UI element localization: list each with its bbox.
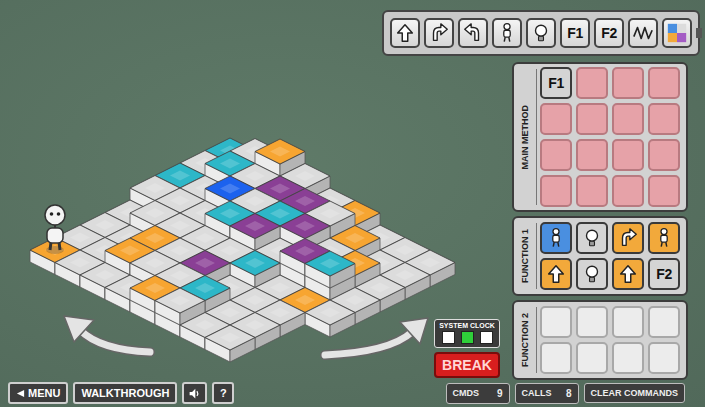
command-slot[interactable] bbox=[612, 258, 644, 290]
forward-icon bbox=[545, 263, 567, 285]
toolbar-tab bbox=[696, 28, 702, 38]
jump-icon bbox=[653, 227, 675, 249]
colors-icon bbox=[666, 22, 688, 44]
empty-slot[interactable] bbox=[576, 103, 608, 135]
command-button[interactable] bbox=[424, 18, 454, 48]
empty-slot[interactable] bbox=[648, 342, 680, 374]
forward-icon bbox=[617, 263, 639, 285]
panel-title: FUNCTION 1 bbox=[520, 229, 530, 283]
clear-commands-button[interactable]: CLEAR COMMANDS bbox=[584, 383, 686, 403]
empty-slot[interactable] bbox=[576, 342, 608, 374]
function-call-label: F1 bbox=[548, 76, 563, 90]
empty-slot[interactable] bbox=[612, 175, 644, 207]
command-slot[interactable] bbox=[576, 222, 608, 254]
rotate-right-button[interactable] bbox=[325, 318, 428, 355]
empty-slot[interactable] bbox=[648, 103, 680, 135]
zigzag-icon bbox=[632, 22, 654, 44]
command-slot[interactable] bbox=[576, 258, 608, 290]
clock-light bbox=[461, 331, 474, 344]
empty-slot[interactable] bbox=[540, 342, 572, 374]
command-button[interactable] bbox=[526, 18, 556, 48]
program-panel: FUNCTION 1 F2 bbox=[512, 216, 688, 296]
function-call-label: F2 bbox=[656, 267, 671, 281]
counter-value: 9 bbox=[497, 388, 503, 399]
empty-slot[interactable] bbox=[612, 67, 644, 99]
command-button[interactable] bbox=[492, 18, 522, 48]
empty-slot[interactable] bbox=[648, 67, 680, 99]
counter: CALLS 8 bbox=[515, 383, 579, 404]
command-button[interactable] bbox=[458, 18, 488, 48]
empty-slot[interactable] bbox=[612, 103, 644, 135]
sound-button[interactable] bbox=[182, 382, 207, 404]
clock-light bbox=[480, 331, 493, 344]
tile bbox=[305, 300, 355, 337]
game-screen: F1F2 SYSTEM CLOCK BREAK MAIN METHOD F1FU… bbox=[0, 0, 705, 407]
command-button[interactable] bbox=[390, 18, 420, 48]
empty-slot[interactable] bbox=[648, 175, 680, 207]
turn-left-icon bbox=[462, 22, 484, 44]
panel-title: FUNCTION 2 bbox=[520, 313, 530, 367]
command-slot[interactable] bbox=[540, 222, 572, 254]
empty-slot[interactable] bbox=[612, 306, 644, 338]
empty-slot[interactable] bbox=[576, 175, 608, 207]
command-toolbar: F1 F2 bbox=[382, 10, 700, 56]
command-button[interactable]: F1 bbox=[560, 18, 590, 48]
command-slot[interactable] bbox=[612, 222, 644, 254]
command-button[interactable]: F2 bbox=[594, 18, 624, 48]
menu-button[interactable]: MENU bbox=[8, 382, 68, 404]
empty-slot[interactable] bbox=[612, 139, 644, 171]
empty-slot[interactable] bbox=[540, 306, 572, 338]
system-clock-label: SYSTEM CLOCK bbox=[439, 322, 495, 329]
back-arrow-icon bbox=[16, 389, 25, 398]
help-button[interactable]: ? bbox=[212, 382, 234, 404]
forward-icon bbox=[394, 22, 416, 44]
counter-label: CALLS bbox=[522, 388, 552, 398]
function-call-label: F2 bbox=[601, 26, 616, 40]
turn-right-icon bbox=[428, 22, 450, 44]
command-button[interactable] bbox=[662, 18, 692, 48]
clock-light bbox=[442, 331, 455, 344]
empty-slot[interactable] bbox=[648, 139, 680, 171]
light-icon bbox=[530, 22, 552, 44]
walkthrough-button[interactable]: WALKTHROUGH bbox=[73, 382, 177, 404]
empty-slot[interactable] bbox=[540, 139, 572, 171]
command-slot[interactable]: F1 bbox=[540, 67, 572, 99]
break-button[interactable]: BREAK bbox=[434, 352, 500, 378]
counter-value: 8 bbox=[566, 388, 572, 399]
robot bbox=[45, 205, 65, 254]
system-clock: SYSTEM CLOCK bbox=[434, 319, 500, 348]
empty-slot[interactable] bbox=[540, 103, 572, 135]
speaker-icon bbox=[188, 387, 201, 400]
light-icon bbox=[581, 227, 603, 249]
empty-slot[interactable] bbox=[576, 306, 608, 338]
empty-slot[interactable] bbox=[648, 306, 680, 338]
empty-slot[interactable] bbox=[576, 67, 608, 99]
light-icon bbox=[581, 263, 603, 285]
command-slot[interactable] bbox=[648, 222, 680, 254]
jump-icon bbox=[496, 22, 518, 44]
empty-slot[interactable] bbox=[576, 139, 608, 171]
command-slot[interactable]: F2 bbox=[648, 258, 680, 290]
turn-right-icon bbox=[617, 227, 639, 249]
counter: CMDS 9 bbox=[446, 383, 510, 404]
rotate-left-button[interactable] bbox=[64, 316, 150, 352]
panel-title: MAIN METHOD bbox=[520, 105, 530, 170]
program-panel: MAIN METHOD F1 bbox=[512, 62, 688, 212]
counter-label: CMDS bbox=[453, 388, 480, 398]
program-panel: FUNCTION 2 bbox=[512, 300, 688, 380]
empty-slot[interactable] bbox=[540, 175, 572, 207]
command-slot[interactable] bbox=[540, 258, 572, 290]
tile bbox=[205, 325, 255, 362]
command-button[interactable] bbox=[628, 18, 658, 48]
jump-icon bbox=[545, 227, 567, 249]
empty-slot[interactable] bbox=[612, 342, 644, 374]
function-call-label: F1 bbox=[567, 26, 582, 40]
